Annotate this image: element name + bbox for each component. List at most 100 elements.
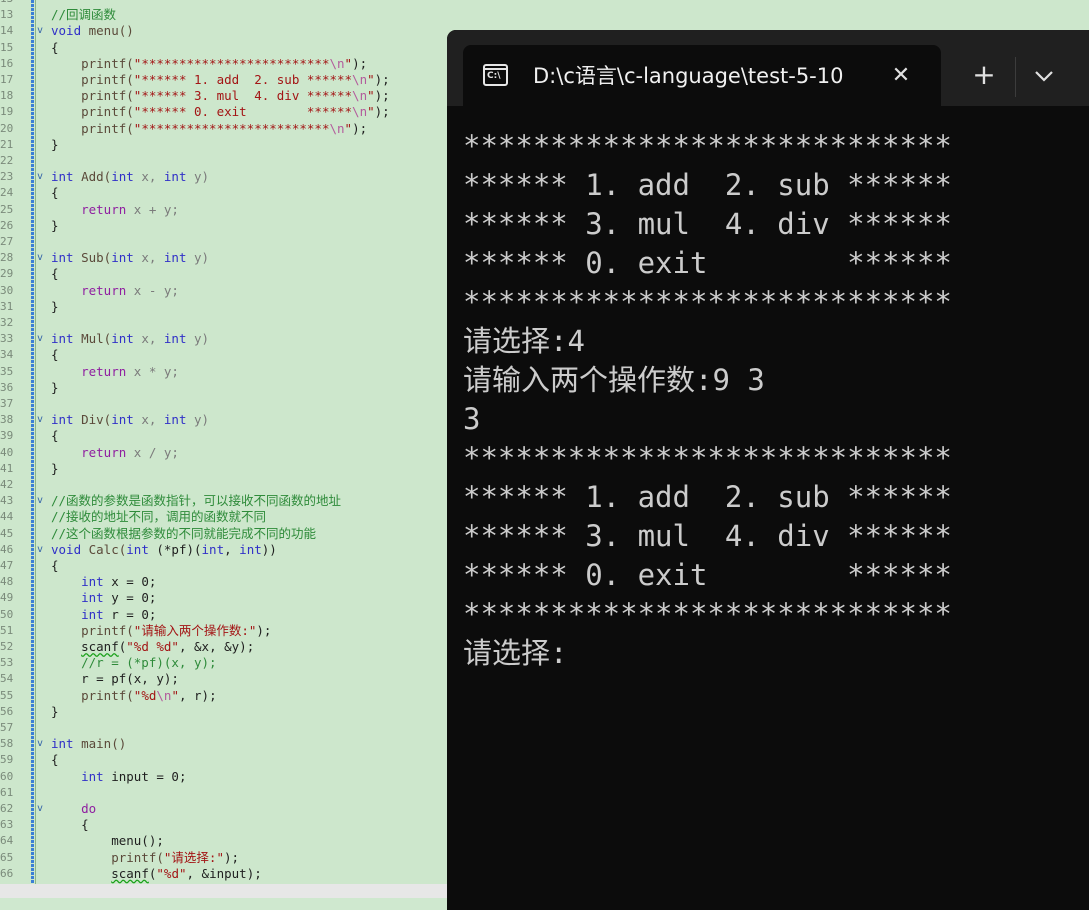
line-number: 42 [0, 478, 14, 491]
code-line[interactable]: 64 menu(); [0, 833, 450, 849]
code-line[interactable]: 61 [0, 785, 450, 801]
code-line[interactable]: 58 v int main() [0, 736, 450, 752]
code-line[interactable]: 49 int y = 0; [0, 590, 450, 606]
code-token: , &input); [186, 865, 262, 881]
code-line[interactable]: 35 return x * y; [0, 364, 450, 380]
code-line[interactable]: 52 scanf("%d %d", &x, &y); [0, 639, 450, 655]
code-token: x, [133, 331, 164, 347]
code-line[interactable]: 30 return x - y; [0, 283, 450, 299]
fold-toggle-icon[interactable]: v [37, 169, 47, 185]
code-text: scanf("%d", &input); [51, 866, 262, 882]
code-line[interactable]: 14 v void menu() [0, 23, 450, 39]
code-line[interactable]: 25 return x + y; [0, 202, 450, 218]
code-text: printf("请输入两个操作数:"); [51, 623, 271, 639]
code-line[interactable]: 40 return x / y; [0, 445, 450, 461]
new-tab-icon[interactable]: + [969, 60, 999, 90]
code-line[interactable]: 57 [0, 720, 450, 736]
fold-toggle-icon[interactable]: v [37, 493, 47, 509]
console-output[interactable]: **************************** ****** 1. ad… [463, 127, 952, 673]
code-line[interactable]: 24 { [0, 185, 450, 201]
code-line[interactable]: 13 //回调函数 [0, 7, 450, 23]
code-token: int [51, 412, 74, 428]
code-token: printf( [51, 55, 134, 71]
code-token: int [111, 331, 134, 347]
code-token: int [81, 606, 104, 622]
console-line: 请选择: [463, 636, 568, 670]
code-line[interactable]: 37 [0, 396, 450, 412]
code-token: " [367, 72, 375, 87]
code-line[interactable]: 21} [0, 137, 450, 153]
code-line[interactable]: 17 printf("****** 1. add 2. sub ******\n… [0, 72, 450, 88]
code-line[interactable]: 16 printf("*************************\n")… [0, 56, 450, 72]
code-token: int [201, 541, 225, 557]
code-token: ); [256, 622, 272, 638]
code-line[interactable]: 19 printf("****** 0. exit ******\n"); [0, 104, 450, 120]
code-line[interactable]: 66 scanf("%d", &input); [0, 866, 450, 882]
code-line[interactable]: 26} [0, 218, 450, 234]
code-line[interactable]: 15 { [0, 40, 450, 56]
code-text: void menu() [51, 23, 134, 39]
fold-toggle-icon[interactable]: v [37, 412, 47, 428]
code-line[interactable]: 60 int input = 0; [0, 769, 450, 785]
code-line[interactable]: 38 v int Div(int x, int y) [0, 412, 450, 428]
line-number: 64 [0, 834, 14, 848]
code-text: int Sub(int x, int y) [51, 250, 209, 266]
code-token: x / y; [126, 444, 179, 460]
fold-toggle-icon[interactable]: v [37, 801, 47, 817]
terminal-window[interactable]: C:\ D:\c语言\c-language\test-5-10 ✕ + ****… [447, 30, 1089, 910]
code-line[interactable]: 29 { [0, 266, 450, 282]
fold-toggle-icon[interactable]: v [37, 542, 47, 558]
code-line[interactable]: 51 printf("请输入两个操作数:"); [0, 623, 450, 639]
terminal-titlebar[interactable]: C:\ D:\c语言\c-language\test-5-10 ✕ + [447, 30, 1089, 106]
terminal-tab[interactable]: C:\ D:\c语言\c-language\test-5-10 ✕ [463, 45, 941, 106]
code-line[interactable]: 56} [0, 704, 450, 720]
code-line[interactable]: 55 printf("%d\n", r); [0, 688, 450, 704]
code-line[interactable]: 41} [0, 461, 450, 477]
code-line[interactable]: 33 v int Mul(int x, int y) [0, 331, 450, 347]
line-number: 33 [0, 332, 14, 346]
code-line[interactable]: 63 { [0, 817, 450, 833]
code-line[interactable]: 23 v int Add(int x, int y) [0, 169, 450, 185]
code-token: printf( [51, 849, 164, 865]
code-line[interactable]: 20 printf("*************************\n")… [0, 121, 450, 137]
code-token: Sub( [73, 250, 112, 266]
code-line[interactable]: 48 int x = 0; [0, 574, 450, 590]
code-line[interactable]: 46 v void Calc(int (*pf)(int, int)) [0, 542, 450, 558]
code-line[interactable]: 39 { [0, 428, 450, 444]
code-line[interactable]: 28 v int Sub(int x, int y) [0, 250, 450, 266]
code-line[interactable]: 53 //r = (*pf)(x, y); [0, 655, 450, 671]
line-number: 49 [0, 591, 14, 605]
code-line[interactable]: 34 { [0, 347, 450, 363]
fold-toggle-icon[interactable]: v [37, 23, 47, 39]
code-line[interactable]: 50 int r = 0; [0, 607, 450, 623]
code-token: , r); [178, 687, 217, 703]
code-line[interactable]: 45 //这个函数根据参数的不同就能完成不同的功能 [0, 526, 450, 542]
code-line[interactable]: 18 printf("****** 3. mul 4. div ******\n… [0, 88, 450, 104]
code-line[interactable]: 31} [0, 299, 450, 315]
code-line[interactable]: 54 r = pf(x, y); [0, 671, 450, 687]
code-line[interactable]: 13 [0, 0, 450, 7]
code-line[interactable]: 22 [0, 153, 450, 169]
chevron-down-icon[interactable] [1029, 62, 1059, 90]
fold-toggle-icon[interactable]: v [37, 250, 47, 266]
close-tab-icon[interactable]: ✕ [888, 63, 914, 89]
code-token: int [163, 250, 187, 266]
code-line[interactable]: 43 v//函数的参数是函数指针，可以接收不同函数的地址 [0, 493, 450, 509]
code-text: //这个函数根据参数的不同就能完成不同的功能 [51, 526, 316, 542]
code-line[interactable]: 27 [0, 234, 450, 250]
code-line[interactable]: 65 printf("请选择:"); [0, 850, 450, 866]
code-token: do [51, 801, 97, 816]
code-token: return [51, 363, 127, 379]
code-line[interactable]: 59 { [0, 752, 450, 768]
code-line[interactable]: 62 v do [0, 801, 450, 817]
fold-toggle-icon[interactable]: v [37, 736, 47, 752]
code-text: //函数的参数是函数指针，可以接收不同函数的地址 [51, 493, 341, 509]
code-token: scanf [81, 639, 119, 654]
fold-toggle-icon[interactable]: v [37, 331, 47, 347]
line-number: 41 [0, 461, 14, 475]
code-line[interactable]: 47 { [0, 558, 450, 574]
code-line[interactable]: 42 [0, 477, 450, 493]
code-line[interactable]: 32 [0, 315, 450, 331]
code-line[interactable]: 36} [0, 380, 450, 396]
code-line[interactable]: 44 //接收的地址不同，调用的函数就不同 [0, 509, 450, 525]
